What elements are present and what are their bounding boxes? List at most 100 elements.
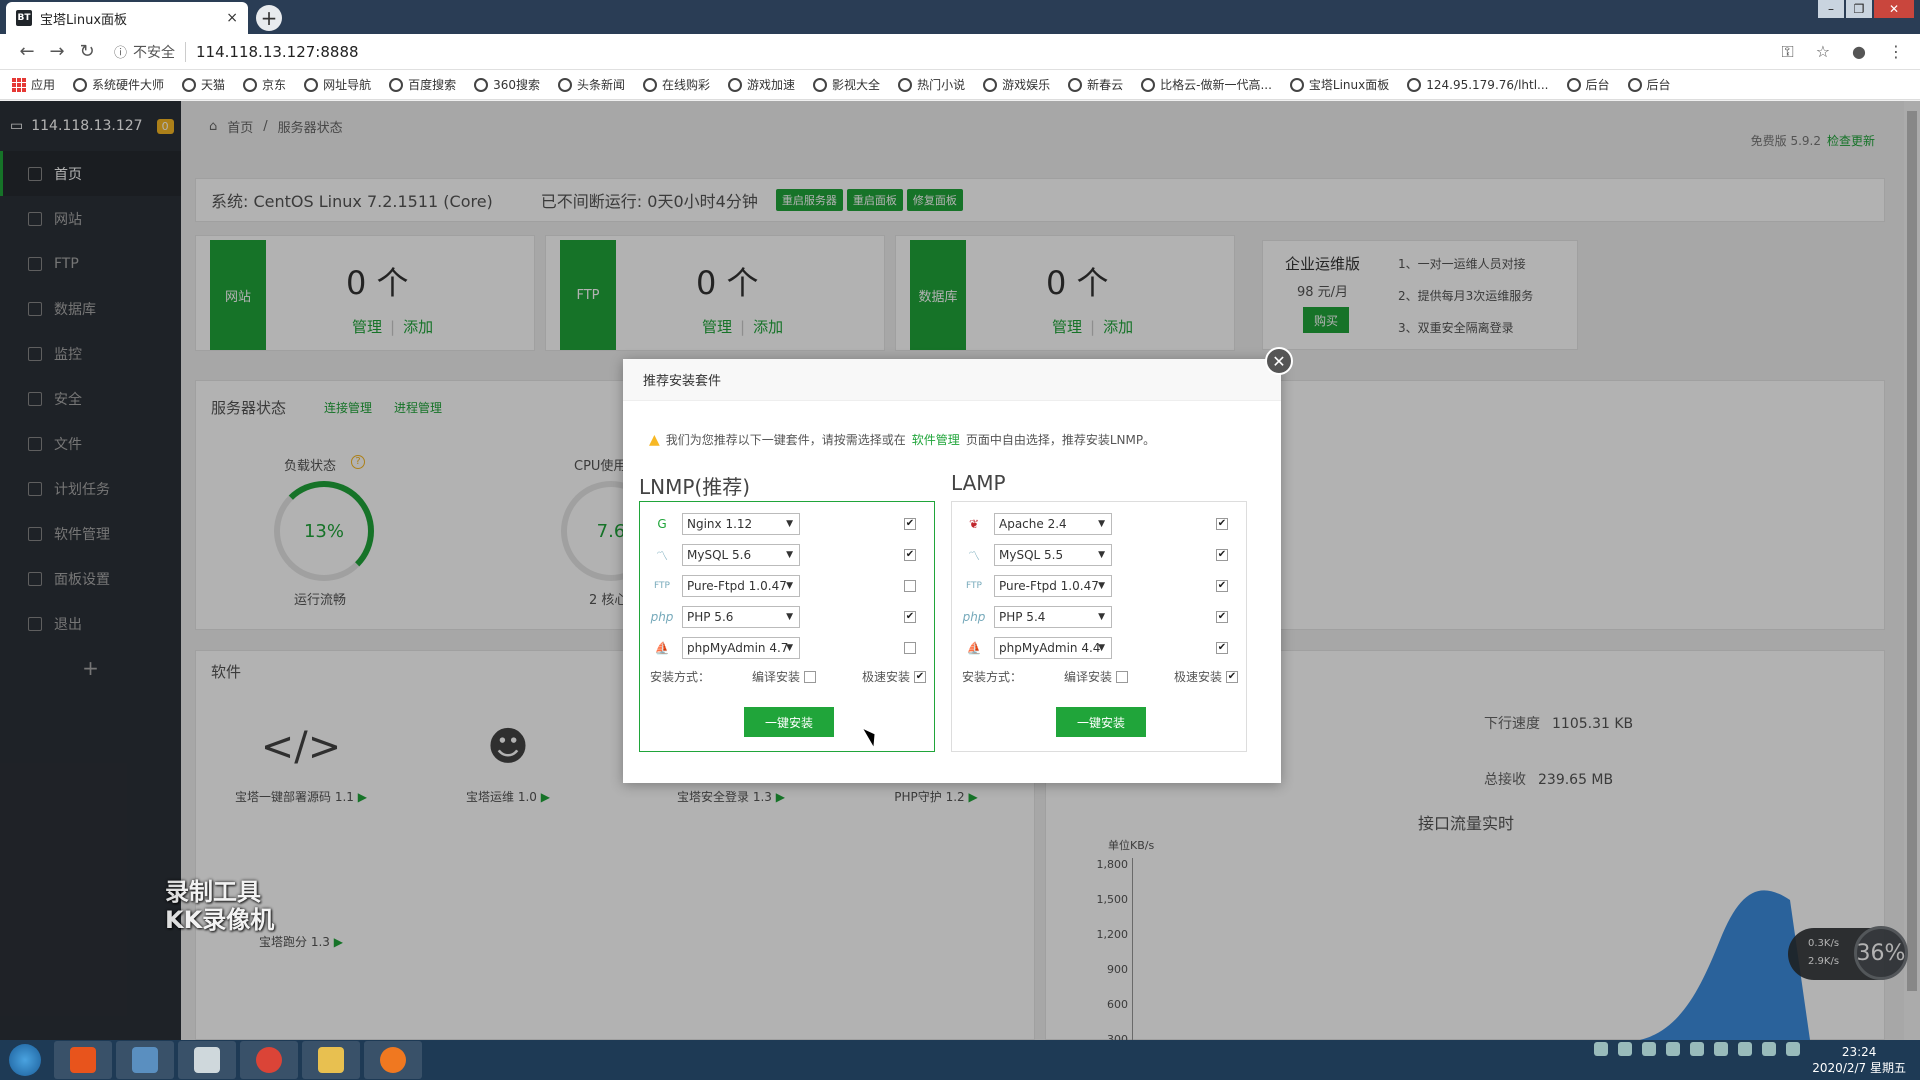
php-checkbox[interactable]: ✔ (904, 611, 916, 623)
php-checkbox[interactable]: ✔ (1216, 611, 1228, 623)
browser-tab[interactable]: BT 宝塔Linux面板 × (6, 2, 248, 34)
phpmyadmin-version-select[interactable]: phpMyAdmin 4.7 ▼ (682, 637, 800, 659)
lamp-suite[interactable]: ❦ Apache 2.4 ▼ ✔ 〽 MySQL 5.5 ▼ ✔ FTP Pure-Ftpd … (951, 501, 1247, 752)
window-close-icon[interactable]: ✕ (1874, 0, 1914, 18)
tray-icon[interactable] (1594, 1042, 1608, 1056)
tray-icon[interactable] (1738, 1042, 1752, 1056)
new-tab-button[interactable]: + (256, 5, 282, 31)
bookmark-item[interactable]: 系统硬件大师 (73, 76, 164, 93)
tab-close-icon[interactable]: × (226, 10, 238, 26)
fast-install-checkbox[interactable]: ✔ (1226, 670, 1238, 683)
account-icon[interactable]: ● (1852, 42, 1866, 62)
bookmark-item[interactable]: 比格云-做新一代高... (1141, 76, 1272, 93)
volume-icon[interactable] (1786, 1042, 1800, 1056)
bookmark-item[interactable]: 网址导航 (304, 76, 371, 93)
nginx-version-select[interactable]: Nginx 1.12 ▼ (682, 513, 800, 535)
key-icon[interactable]: ⚿ (1782, 42, 1794, 62)
windows-logo-icon (9, 1044, 41, 1076)
taskbar-app-recorder[interactable] (364, 1041, 422, 1079)
bookmark-item[interactable]: 后台 (1566, 76, 1610, 93)
tray-icon[interactable] (1762, 1042, 1776, 1056)
suite-row: ⛵ phpMyAdmin 4.7 ▼ (650, 636, 926, 660)
system-tray (1594, 1042, 1800, 1056)
php-version-select[interactable]: PHP 5.4 ▼ (994, 606, 1112, 628)
fast-install-checkbox[interactable]: ✔ (914, 670, 926, 683)
maximize-icon[interactable]: ❐ (1846, 0, 1872, 18)
lnmp-suite[interactable]: G Nginx 1.12 ▼ ✔ 〽 MySQL 5.6 ▼ ✔ FTP Pure-Ftpd … (639, 501, 935, 752)
bookmark-item[interactable]: 头条新闻 (558, 76, 625, 93)
ftp-version-select[interactable]: Pure-Ftpd 1.0.47 ▼ (682, 575, 800, 597)
start-button[interactable] (0, 1040, 50, 1080)
compile-install-checkbox[interactable] (804, 670, 817, 683)
suite-row: G Nginx 1.12 ▼ ✔ (650, 512, 926, 536)
mysql-icon: 〽 (967, 548, 980, 563)
apache-checkbox[interactable]: ✔ (1216, 518, 1228, 530)
bookmark-item[interactable]: 宝塔Linux面板 (1289, 76, 1389, 93)
bookmark-item[interactable]: 热门小说 (898, 76, 965, 93)
reload-icon[interactable]: ↻ (72, 41, 102, 62)
mysql-checkbox[interactable]: ✔ (1216, 549, 1228, 561)
nginx-checkbox[interactable]: ✔ (904, 518, 916, 530)
bookmark-item[interactable]: 天猫 (182, 76, 225, 93)
globe-icon (898, 77, 913, 92)
taskbar-app-computer[interactable] (116, 1041, 174, 1079)
info-icon[interactable]: ⓘ (114, 42, 127, 61)
bookmark-label: 在线购彩 (662, 78, 711, 92)
menu-icon[interactable]: ⋮ (1888, 42, 1904, 62)
compile-install-label: 编译安装 (1064, 670, 1113, 684)
phpmyadmin-checkbox[interactable]: ✔ (1216, 642, 1228, 654)
mysql-version-select[interactable]: MySQL 5.5 ▼ (994, 544, 1112, 566)
mysql-checkbox[interactable]: ✔ (904, 549, 916, 561)
tray-icon[interactable] (1714, 1042, 1728, 1056)
back-icon[interactable]: ← (12, 41, 42, 62)
taskbar-app-flame[interactable] (54, 1041, 112, 1079)
compile-install-checkbox[interactable] (1116, 670, 1129, 683)
php-version-select[interactable]: PHP 5.6 ▼ (682, 606, 800, 628)
notice-text-post: 页面中自由选择，推荐安装LNMP。 (965, 433, 1156, 447)
bookmark-label: 热门小说 (917, 78, 966, 92)
bookmark-label: 后台 (1585, 78, 1610, 92)
minimize-icon[interactable]: – (1818, 0, 1844, 18)
forward-icon[interactable]: → (42, 41, 72, 62)
bookmark-item[interactable]: 游戏娱乐 (983, 76, 1050, 93)
bookmark-item[interactable]: 在线购彩 (643, 76, 710, 93)
bookmark-item[interactable]: 百度搜索 (389, 76, 456, 93)
globe-icon (1068, 77, 1083, 92)
taskbar-app-explorer[interactable] (302, 1041, 360, 1079)
tab-title: 宝塔Linux面板 (40, 12, 128, 28)
bookmark-item[interactable]: 新春云 (1068, 76, 1123, 93)
lamp-install-button[interactable]: 一键安装 (1056, 707, 1146, 737)
ftp-checkbox[interactable] (904, 580, 916, 592)
tray-icon[interactable] (1666, 1042, 1680, 1056)
tray-icon[interactable] (1690, 1042, 1704, 1056)
bookmark-label: 比格云-做新一代高... (1160, 78, 1272, 92)
apache-version-select[interactable]: Apache 2.4 ▼ (994, 513, 1112, 535)
lnmp-install-button[interactable]: 一键安装 (744, 707, 834, 737)
star-icon[interactable]: ☆ (1816, 42, 1830, 62)
modal-close-icon[interactable]: ✕ (1265, 347, 1293, 375)
insecure-label: 不安全 (133, 41, 187, 62)
taskbar-app-notepad[interactable] (178, 1041, 236, 1079)
taskbar-app-chrome[interactable] (240, 1041, 298, 1079)
phpmyadmin-version-select[interactable]: phpMyAdmin 4.4 ▼ (994, 637, 1112, 659)
ftp-checkbox[interactable]: ✔ (1216, 580, 1228, 592)
phpmyadmin-checkbox[interactable] (904, 642, 916, 654)
globe-icon (643, 77, 658, 92)
tray-icon[interactable] (1618, 1042, 1632, 1056)
url-text[interactable]: 114.118.13.127:8888 (196, 43, 359, 61)
bookmark-item[interactable]: 后台 (1627, 76, 1671, 93)
suite-row: ❦ Apache 2.4 ▼ ✔ (962, 512, 1238, 536)
bookmark-item[interactable]: 124.95.179.76/lhtl... (1407, 77, 1549, 92)
bookmark-item[interactable]: 游戏加速 (728, 76, 795, 93)
globe-icon (728, 77, 743, 92)
tray-icon[interactable] (1642, 1042, 1656, 1056)
bookmark-item[interactable]: 京东 (243, 76, 286, 93)
software-manage-link[interactable]: 软件管理 (912, 431, 960, 448)
ftp-version-select[interactable]: Pure-Ftpd 1.0.47 ▼ (994, 575, 1112, 597)
taskbar-clock[interactable]: 23:24 2020/2/7 星期五 (1812, 1044, 1906, 1076)
bookmark-item[interactable]: 360搜索 (474, 76, 540, 93)
apps-bookmark[interactable]: 应用 (12, 76, 55, 93)
bookmark-item[interactable]: 影视大全 (813, 76, 880, 93)
mysql-version-select[interactable]: MySQL 5.6 ▼ (682, 544, 800, 566)
address-bar[interactable]: ⓘ 不安全 114.118.13.127:8888 (114, 41, 359, 62)
